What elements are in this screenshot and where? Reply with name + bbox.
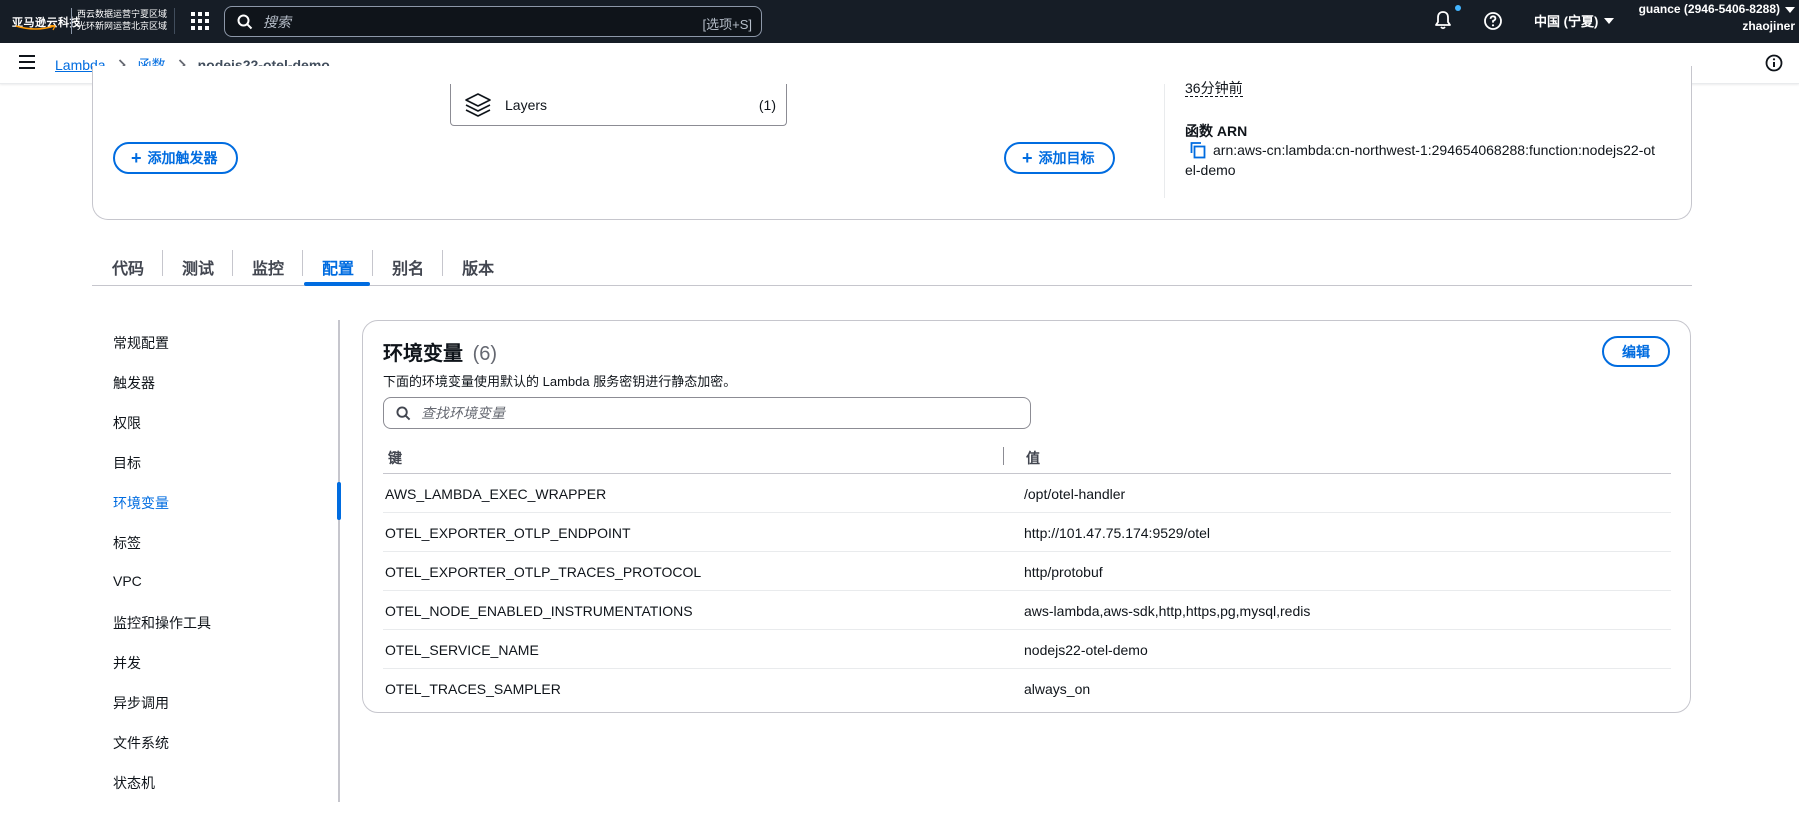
nav-divider [174, 8, 175, 34]
table-row: OTEL_NODE_ENABLED_INSTRUMENTATIONS aws-l… [383, 591, 1671, 630]
tab-versions[interactable]: 版本 [442, 246, 512, 285]
brand-operator-text: 西云数据运营宁夏区域 光环新网运营北京区域 [77, 8, 167, 32]
table-row: OTEL_SERVICE_NAME nodejs22-otel-demo [383, 630, 1671, 669]
table-row: AWS_LAMBDA_EXEC_WRAPPER /opt/otel-handle… [383, 474, 1671, 513]
layers-icon [465, 92, 491, 117]
environment-variables-panel: 环境变量 (6) 下面的环境变量使用默认的 Lambda 服务密钥进行静态加密。… [362, 320, 1691, 713]
region-label: 中国 (宁夏) [1534, 14, 1599, 29]
region-selector[interactable]: 中国 (宁夏) [1534, 11, 1615, 30]
edit-button[interactable]: 编辑 [1602, 336, 1670, 367]
env-filter-input[interactable] [421, 405, 981, 421]
side-menu-rail [338, 320, 340, 802]
env-value: aws-lambda,aws-sdk,http,https,pg,mysql,r… [1024, 603, 1311, 619]
env-value: always_on [1024, 681, 1091, 697]
side-item-concurrency[interactable]: 并发 [113, 653, 141, 673]
layers-label: Layers [505, 96, 548, 113]
overview-divider [1164, 84, 1165, 198]
table-row: OTEL_EXPORTER_OTLP_ENDPOINT http://101.4… [383, 513, 1671, 552]
side-item-general[interactable]: 常规配置 [113, 333, 169, 353]
env-key: OTEL_EXPORTER_OTLP_TRACES_PROTOCOL [385, 564, 702, 580]
function-arn-label: 函数 ARN [1185, 123, 1248, 139]
plus-icon: + [1022, 148, 1033, 168]
tab-test[interactable]: 测试 [162, 246, 232, 285]
env-value: http://101.47.75.174:9529/otel [1024, 525, 1211, 541]
env-key: AWS_LAMBDA_EXEC_WRAPPER [385, 486, 607, 502]
side-item-monitoring-tools[interactable]: 监控和操作工具 [113, 613, 211, 633]
side-item-environment-variables[interactable]: 环境变量 [113, 493, 169, 513]
side-item-async-invocation[interactable]: 异步调用 [113, 693, 169, 713]
env-filter[interactable] [383, 397, 1031, 429]
panel-description: 下面的环境变量使用默认的 Lambda 服务密钥进行静态加密。 [383, 374, 737, 389]
top-navigation: 亚马逊云科技 西云数据运营宁夏区域 光环新网运营北京区域 [选项+S] 中国 (… [0, 0, 1799, 43]
tab-monitor[interactable]: 监控 [232, 246, 302, 285]
layers-count: (1) [758, 96, 776, 113]
tab-aliases[interactable]: 别名 [372, 246, 442, 285]
account-menu[interactable]: guance (2946-5406-8288) zhaojiner [1639, 1, 1795, 35]
add-trigger-label: 添加触发器 [147, 150, 218, 166]
last-modified-value: 36分钟前 [1185, 80, 1243, 97]
tab-configuration[interactable]: 配置 [302, 246, 372, 286]
function-tabs: 代码 测试 监控 配置 别名 版本 [92, 246, 1692, 286]
side-item-vpc[interactable]: VPC [113, 573, 142, 589]
side-item-destinations[interactable]: 目标 [113, 453, 141, 473]
table-row: OTEL_TRACES_SAMPLER always_on [383, 669, 1671, 708]
side-item-tags[interactable]: 标签 [113, 533, 141, 553]
user-name: zhaojiner [1742, 19, 1795, 33]
info-icon[interactable] [1765, 54, 1783, 72]
panel-title-count: (6) [472, 343, 498, 365]
caret-down-icon [1785, 6, 1795, 13]
help-icon[interactable] [1482, 10, 1504, 32]
side-item-file-systems[interactable]: 文件系统 [113, 733, 169, 753]
add-destination-button[interactable]: + 添加目标 [1004, 142, 1115, 174]
side-item-triggers[interactable]: 触发器 [113, 373, 155, 393]
table-row: OTEL_EXPORTER_OTLP_TRACES_PROTOCOL http/… [383, 552, 1671, 591]
search-icon [396, 405, 411, 420]
layers-node[interactable]: Layers (1) [450, 84, 787, 126]
tab-code[interactable]: 代码 [92, 246, 162, 285]
search-shortcut-hint: [选项+S] [702, 17, 753, 32]
side-item-state-machines[interactable]: 状态机 [113, 773, 155, 793]
services-grid-icon[interactable] [188, 9, 212, 33]
column-header-key[interactable]: 键 [388, 448, 402, 468]
env-key: OTEL_TRACES_SAMPLER [385, 681, 561, 697]
notifications-bell-icon[interactable] [1432, 9, 1454, 31]
column-header-value[interactable]: 值 [1026, 448, 1040, 468]
env-value: http/protobuf [1024, 564, 1103, 580]
env-key: OTEL_EXPORTER_OTLP_ENDPOINT [385, 525, 631, 541]
notification-badge [1455, 5, 1461, 11]
function-arn-value: arn:aws-cn:lambda:cn-northwest-1:2946540… [1185, 142, 1656, 178]
operator-line-1: 西云数据运营宁夏区域 [77, 9, 168, 19]
add-trigger-button[interactable]: + 添加触发器 [113, 142, 238, 174]
env-value: nodejs22-otel-demo [1024, 642, 1148, 658]
env-value: /opt/otel-handler [1024, 486, 1126, 502]
search-icon [237, 14, 253, 29]
side-menu-active-indicator [337, 482, 341, 520]
env-key: OTEL_SERVICE_NAME [385, 642, 539, 658]
table-header: 键 值 [383, 441, 1671, 474]
smile-logo-icon [15, 25, 56, 31]
plus-icon: + [131, 148, 142, 168]
menu-hamburger-icon[interactable] [19, 55, 37, 71]
side-item-permissions[interactable]: 权限 [113, 413, 141, 433]
env-key: OTEL_NODE_ENABLED_INSTRUMENTATIONS [385, 603, 693, 619]
add-destination-label: 添加目标 [1038, 150, 1095, 166]
search-input[interactable] [263, 13, 683, 30]
account-name: guance (2946-5406-8288) [1638, 2, 1780, 16]
brand-divider [71, 8, 72, 34]
panel-title: 环境变量 (6) [383, 337, 497, 366]
panel-title-text: 环境变量 [383, 343, 463, 365]
operator-line-2: 光环新网运营北京区域 [77, 21, 168, 31]
caret-down-icon [1604, 17, 1615, 24]
global-search[interactable]: [选项+S] [224, 6, 762, 37]
column-resizer[interactable] [1003, 447, 1004, 465]
